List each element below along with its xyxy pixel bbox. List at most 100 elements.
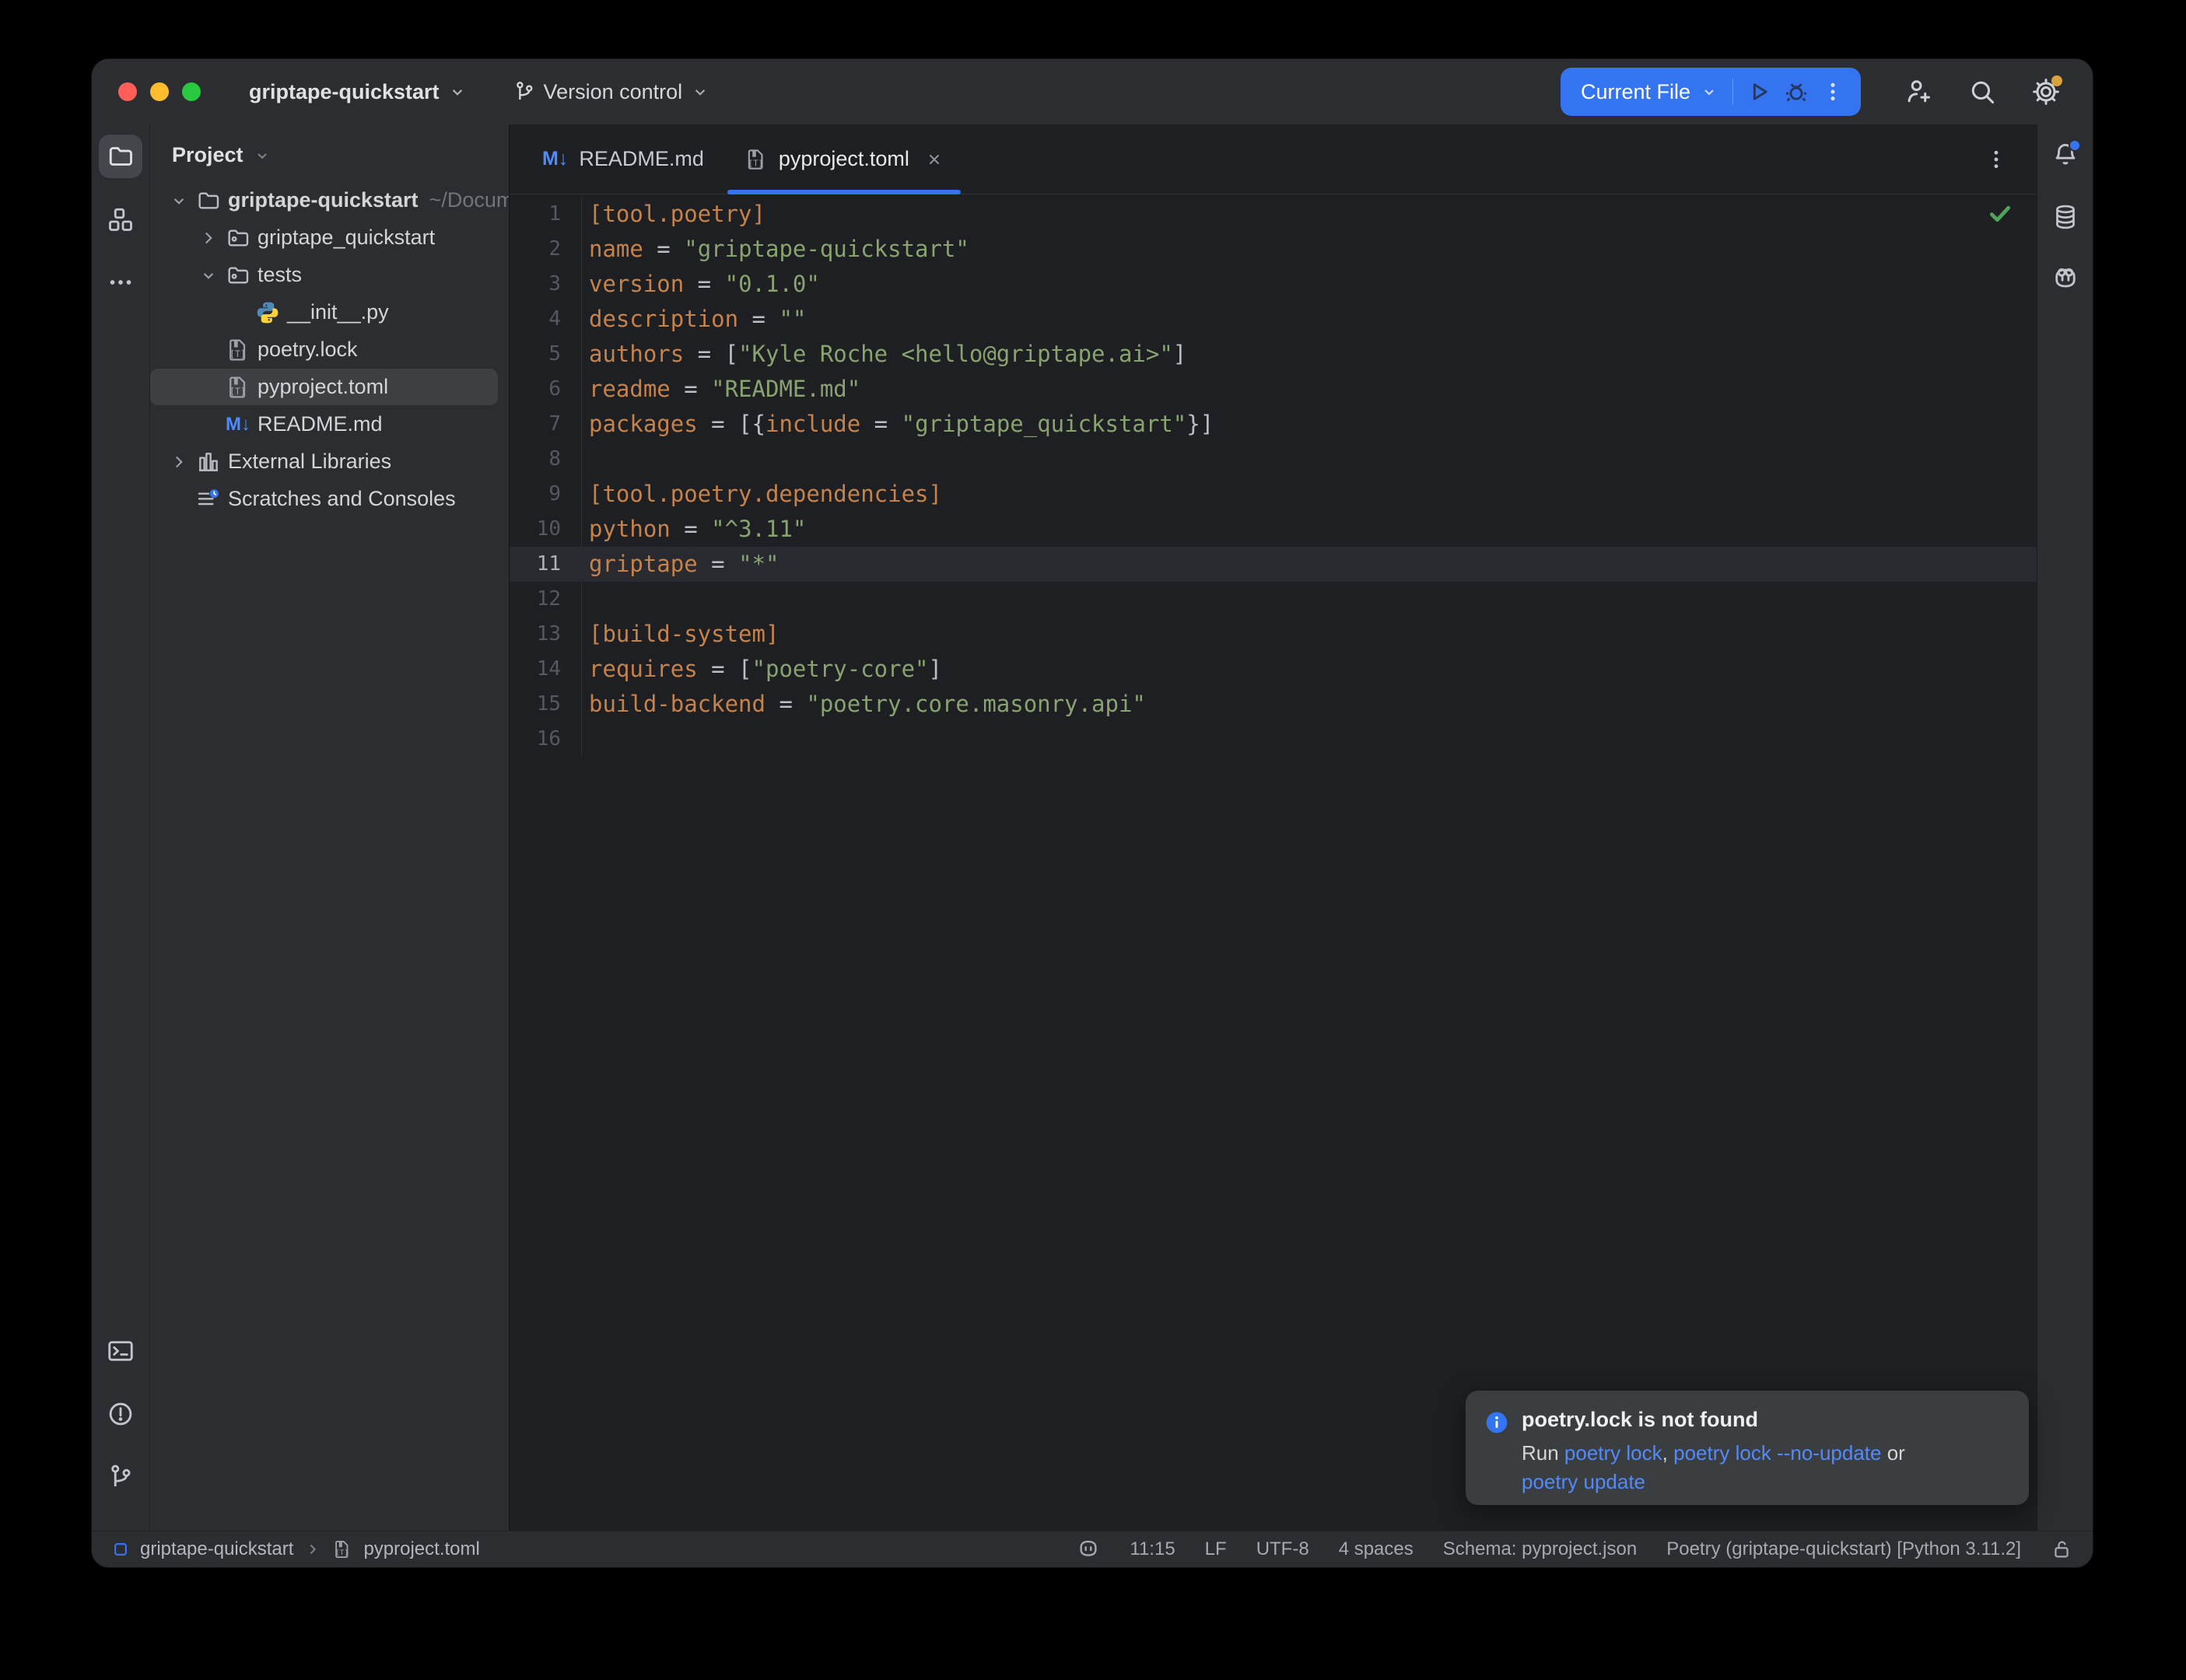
settings-button[interactable] xyxy=(2026,72,2066,112)
readonly-lock-icon[interactable] xyxy=(2051,1538,2072,1560)
terminal-toolwindow-button[interactable] xyxy=(99,1329,142,1373)
code-line-10[interactable]: 10python = "^3.11" xyxy=(510,512,2037,547)
token-op: = xyxy=(671,516,711,542)
token-punc: ] xyxy=(929,656,942,682)
notification-link[interactable]: poetry update xyxy=(1522,1470,1645,1493)
editor-area: M↓ README.md [T] pyproject.toml 1[tool.p… xyxy=(510,124,2037,1531)
code-line-13[interactable]: 13[build-system] xyxy=(510,617,2037,652)
tree-item-scratches-and-consoles[interactable]: Scratches and Consoles xyxy=(150,481,498,517)
token-op: = xyxy=(698,551,738,577)
code-editor[interactable]: 1[tool.poetry]2name = "griptape-quicksta… xyxy=(510,194,2037,757)
run-button[interactable] xyxy=(1746,79,1772,105)
chevron-right-icon[interactable] xyxy=(164,452,194,472)
chevron-down-icon[interactable] xyxy=(194,265,223,285)
tree-item--init-py[interactable]: __init__.py xyxy=(150,294,498,331)
git-toolwindow-button[interactable] xyxy=(99,1455,142,1499)
line-content: authors = ["Kyle Roche <hello@griptape.a… xyxy=(582,337,1186,372)
notifications-bell-button[interactable] xyxy=(2044,134,2086,176)
zoom-window-button[interactable] xyxy=(182,82,201,101)
markdown-icon: M↓ xyxy=(223,414,253,436)
folder-package-icon xyxy=(223,226,253,250)
tree-item-external-libraries[interactable]: External Libraries xyxy=(150,443,498,480)
status-indent[interactable]: 4 spaces xyxy=(1339,1538,1414,1560)
inspections-ok-checkmark-icon[interactable] xyxy=(1987,201,2013,227)
status-line-ending[interactable]: LF xyxy=(1205,1538,1227,1560)
project-panel: Project griptape-quickstart~/Docume gript… xyxy=(150,124,510,1531)
project-panel-header[interactable]: Project xyxy=(150,124,509,181)
code-line-4[interactable]: 4description = "" xyxy=(510,302,2037,337)
code-line-6[interactable]: 6readme = "README.md" xyxy=(510,372,2037,407)
problems-toolwindow-button[interactable] xyxy=(99,1392,142,1436)
chevron-down-icon[interactable] xyxy=(164,191,194,211)
debug-button[interactable] xyxy=(1783,79,1809,105)
tree-item-pyproject-toml[interactable]: [T]pyproject.toml xyxy=(150,369,498,405)
token-punc: [ xyxy=(738,656,751,682)
status-schema[interactable]: Schema: pyproject.json xyxy=(1443,1538,1637,1560)
status-encoding[interactable]: UTF-8 xyxy=(1256,1538,1309,1560)
line-content: name = "griptape-quickstart" xyxy=(582,232,969,267)
tree-item-poetry-lock[interactable]: [T]poetry.lock xyxy=(150,331,498,368)
vcs-widget[interactable]: Version control xyxy=(513,80,711,104)
tree-item-tests[interactable]: tests xyxy=(150,257,498,293)
database-toolwindow-button[interactable] xyxy=(2044,196,2086,238)
code-line-7[interactable]: 7packages = [{include = "griptape_quicks… xyxy=(510,407,2037,442)
tree-item-griptape-quickstart[interactable]: griptape-quickstart~/Docume xyxy=(150,182,498,219)
tab-readme[interactable]: M↓ README.md xyxy=(522,124,724,194)
project-switcher[interactable]: griptape-quickstart xyxy=(249,80,468,104)
status-interpreter[interactable]: Poetry (griptape-quickstart) [Python 3.1… xyxy=(1666,1538,2021,1560)
line-number: 14 xyxy=(510,652,582,687)
more-run-actions-button[interactable] xyxy=(1820,79,1845,104)
tree-item-readme-md[interactable]: M↓README.md xyxy=(150,406,498,443)
run-config-selector[interactable]: Current File xyxy=(1581,80,1690,104)
breadcrumb-project[interactable]: griptape-quickstart xyxy=(140,1538,293,1560)
code-line-1[interactable]: 1[tool.poetry] xyxy=(510,197,2037,232)
line-content xyxy=(582,582,589,617)
code-line-14[interactable]: 14requires = ["poetry-core"] xyxy=(510,652,2037,687)
markdown-icon: M↓ xyxy=(542,148,568,170)
status-widgets: 11:15 LF UTF-8 4 spaces Schema: pyproject.js… xyxy=(1077,1538,2072,1561)
token-punc: ] xyxy=(1173,341,1186,367)
chevron-right-icon[interactable] xyxy=(194,228,223,248)
code-line-2[interactable]: 2name = "griptape-quickstart" xyxy=(510,232,2037,267)
token-section: [tool.poetry] xyxy=(589,201,765,227)
status-caret-position[interactable]: 11:15 xyxy=(1130,1538,1175,1560)
ai-assistant-toolwindow-button[interactable] xyxy=(2044,258,2086,300)
close-tab-icon[interactable] xyxy=(925,150,944,169)
chevron-right-icon xyxy=(304,1541,321,1558)
token-op: = xyxy=(738,306,779,332)
notification-link[interactable]: poetry lock xyxy=(1564,1441,1662,1465)
code-line-5[interactable]: 5authors = ["Kyle Roche <hello@griptape.… xyxy=(510,337,2037,372)
token-op: = xyxy=(698,656,738,682)
line-number: 4 xyxy=(510,302,582,337)
line-content: griptape = "*" xyxy=(582,547,779,582)
project-toolwindow-button[interactable] xyxy=(99,135,142,178)
code-with-me-button[interactable] xyxy=(1898,72,1939,112)
tree-item-griptape-quickstart[interactable]: griptape_quickstart xyxy=(150,219,498,256)
minimize-window-button[interactable] xyxy=(150,82,169,101)
code-line-3[interactable]: 3version = "0.1.0" xyxy=(510,267,2037,302)
svg-text:[T]: [T] xyxy=(336,1549,349,1557)
tab-options-button[interactable] xyxy=(1984,124,2009,194)
search-everywhere-button[interactable] xyxy=(1962,72,2002,112)
token-op: = xyxy=(671,376,711,402)
tree-item-label: griptape_quickstart xyxy=(257,226,435,250)
tree-item-label: Scratches and Consoles xyxy=(228,487,456,511)
code-line-15[interactable]: 15build-backend = "poetry.core.masonry.a… xyxy=(510,687,2037,722)
code-line-16[interactable]: 16 xyxy=(510,722,2037,757)
token-section: [tool.poetry.dependencies] xyxy=(589,481,942,507)
structure-toolwindow-button[interactable] xyxy=(99,198,142,241)
token-key: readme xyxy=(589,376,671,402)
line-number: 16 xyxy=(510,722,582,757)
code-line-8[interactable]: 8 xyxy=(510,442,2037,477)
tab-pyproject[interactable]: [T] pyproject.toml xyxy=(724,124,964,194)
github-copilot-icon[interactable] xyxy=(1077,1538,1100,1561)
git-branch-icon xyxy=(513,80,536,103)
close-window-button[interactable] xyxy=(118,82,137,101)
more-toolwindows-button[interactable] xyxy=(99,261,142,304)
project-switcher-label: griptape-quickstart xyxy=(249,80,440,104)
code-line-9[interactable]: 9[tool.poetry.dependencies] xyxy=(510,477,2037,512)
notification-link[interactable]: poetry lock --no-update xyxy=(1673,1441,1881,1465)
code-line-11[interactable]: 11griptape = "*" xyxy=(510,547,2037,582)
code-line-12[interactable]: 12 xyxy=(510,582,2037,617)
breadcrumb-file[interactable]: pyproject.toml xyxy=(363,1538,479,1560)
